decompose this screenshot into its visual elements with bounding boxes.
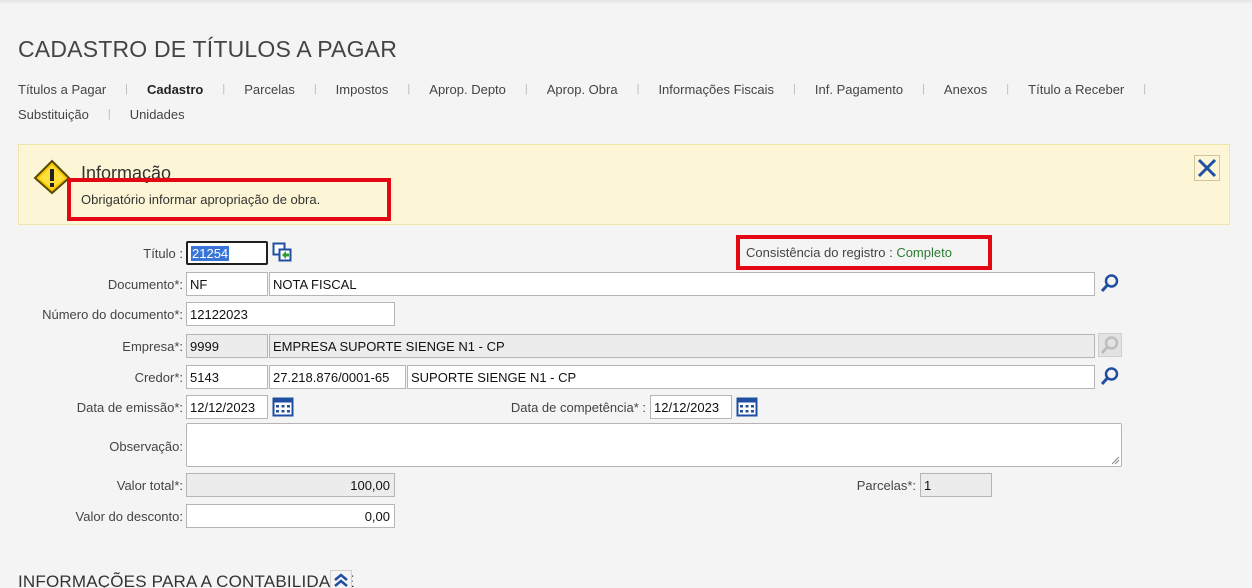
data-competencia-label: Data de competência* : [510,400,646,415]
valor-desconto-input[interactable]: 0,00 [186,504,395,528]
tab-cadastro[interactable]: Cadastro [147,82,203,97]
credor-code-input[interactable]: 5143 [186,365,268,389]
collapse-section-icon[interactable] [330,570,352,588]
credor-cnpj-input[interactable]: 27.218.876/0001-65 [269,365,406,389]
valor-desconto-label: Valor do desconto: [75,509,183,524]
observacao-label: Observação: [109,439,183,454]
calendar-icon[interactable] [272,396,294,417]
tab-separator: | [313,83,317,95]
copy-title-icon[interactable] [272,242,292,262]
data-competencia-input[interactable]: 12/12/2023 [650,395,732,419]
top-shadow [0,0,1252,4]
tab-separator: | [922,83,925,95]
empresa-label: Empresa*: [122,339,183,354]
documento-code-input[interactable]: NF [186,272,268,296]
parcelas-input: 1 [920,473,992,497]
parcelas-label: Parcelas*: [856,478,916,493]
tab-separator: | [793,83,796,95]
highlight-box-consistencia [736,235,992,270]
close-icon[interactable] [1194,155,1220,181]
tab-unidades[interactable]: Unidades [130,107,185,122]
titulo-label: Título : [143,246,183,261]
tab-aprop-depto[interactable]: Aprop. Depto [429,82,506,97]
credor-name-input[interactable]: SUPORTE SIENGE N1 - CP [407,365,1095,389]
valor-total-label: Valor total*: [116,478,183,493]
tab-aprop-obra[interactable]: Aprop. Obra [547,82,618,97]
titulo-value: 21254 [191,246,230,261]
data-emissao-label: Data de emissão*: [76,400,183,415]
tab-substituicao[interactable]: Substituição [18,107,89,122]
calendar-icon[interactable] [736,396,758,417]
numero-documento-input[interactable]: 12122023 [186,302,395,326]
tab-separator: | [1006,83,1010,95]
highlight-box-alert [67,178,391,221]
titulo-input[interactable]: 21254 [186,241,268,265]
tab-parcelas[interactable]: Parcelas [244,82,295,97]
tab-separator: | [636,83,640,95]
tab-separator: | [107,108,111,120]
tab-bar: Títulos a Pagar | Cadastro | Parcelas | … [18,80,1218,130]
tab-titulos-a-pagar[interactable]: Títulos a Pagar [18,82,106,97]
documento-label: Documento*: [107,277,183,292]
page-title: CADASTRO DE TÍTULOS A PAGAR [18,36,398,62]
tab-row-1: Títulos a Pagar | Cadastro | Parcelas | … [18,80,1218,98]
tab-titulo-a-receber[interactable]: Título a Receber [1028,82,1124,97]
tab-separator: | [1143,83,1147,95]
observacao-textarea[interactable] [186,423,1122,467]
tab-separator: | [407,83,411,95]
empresa-name-input: EMPRESA SUPORTE SIENGE N1 - CP [269,334,1095,358]
tab-anexos[interactable]: Anexos [944,82,987,97]
warning-icon [33,159,71,195]
data-emissao-input[interactable]: 12/12/2023 [186,395,268,419]
search-documento-icon[interactable] [1099,272,1121,294]
tab-separator: | [524,83,528,95]
empresa-code-input: 9999 [186,334,268,358]
resize-handle-icon[interactable] [1111,456,1120,465]
tab-impostos[interactable]: Impostos [336,82,389,97]
valor-total-input: 100,00 [186,473,395,497]
documento-description-input[interactable]: NOTA FISCAL [269,272,1095,296]
section-title-contabilidade: INFORMAÇÕES PARA A CONTABILIDADE [18,572,355,588]
search-empresa-icon [1098,333,1122,357]
tab-informacoes-fiscais[interactable]: Informações Fiscais [658,82,774,97]
credor-label: Credor*: [134,370,183,385]
tab-separator: | [125,83,129,95]
tab-separator: | [222,83,226,95]
numero-documento-label: Número do documento*: [42,307,183,322]
search-credor-icon[interactable] [1099,365,1121,387]
tab-row-2: Substituição | Unidades [18,105,1218,123]
tab-inf-pagamento[interactable]: Inf. Pagamento [815,82,903,97]
